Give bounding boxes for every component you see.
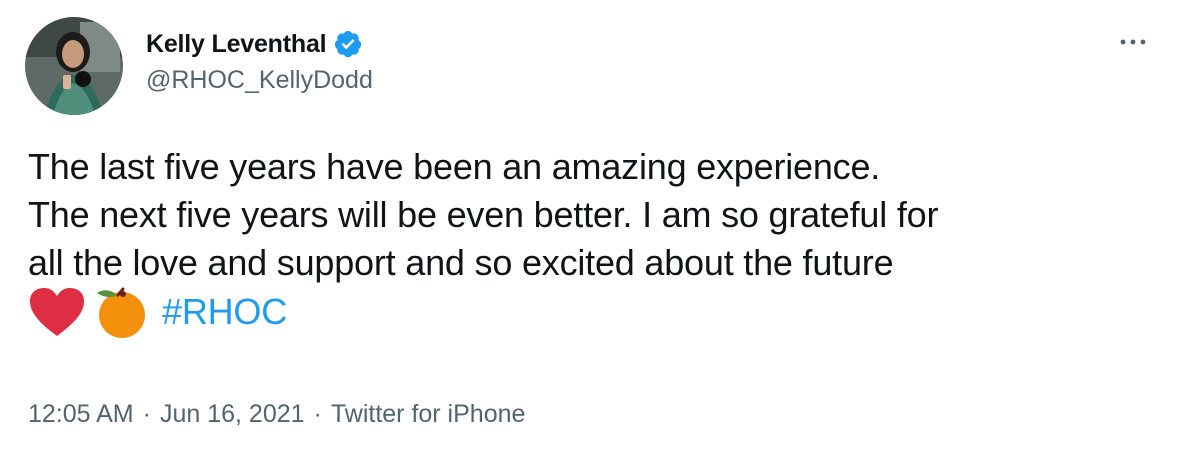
heart-emoji-icon [28,286,86,338]
author-name-row: Kelly Leventhal [146,27,363,61]
tweet-text-line: The next five years will be even better.… [28,194,939,235]
meta-separator: · [313,400,322,428]
author-avatar[interactable] [25,17,123,115]
tweet-text-line: The last five years have been an amazing… [28,146,881,187]
tweet-meta: 12:05 AM · Jun 16, 2021 · Twitter for iP… [28,400,525,429]
author-display-name[interactable]: Kelly Leventhal [146,30,327,59]
avatar-image [25,17,123,115]
tweet-card: Kelly Leventhal @RHOC_KellyDodd The last… [0,0,1178,456]
tweet-source[interactable]: Twitter for iPhone [331,400,526,429]
emoji-hashtag-line: #RHOC [28,285,1158,339]
tweet-text: The last five years have been an amazing… [28,143,1158,339]
more-options-icon [1120,39,1146,45]
tweet-time[interactable]: 12:05 AM [28,400,134,429]
meta-separator: · [142,400,151,428]
author-handle[interactable]: @RHOC_KellyDodd [146,66,373,95]
tangerine-emoji-icon [92,285,148,339]
more-options-button[interactable] [1115,28,1151,56]
verified-badge-icon [333,29,363,59]
tweet-date[interactable]: Jun 16, 2021 [160,400,305,429]
tweet-text-line: all the love and support and so excited … [28,242,894,283]
hashtag-link[interactable]: #RHOC [162,288,287,336]
